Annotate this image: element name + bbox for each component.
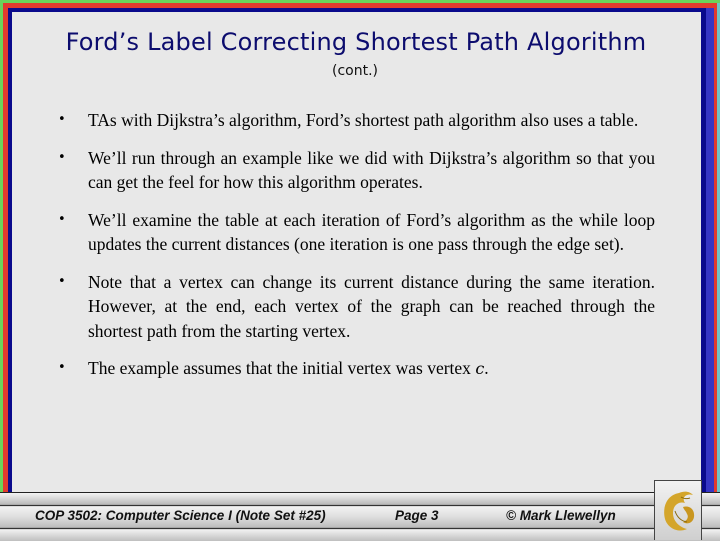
bullet-item: • We’ll examine the table at each iterat… [58,208,655,257]
bullet-icon: • [58,149,66,165]
bullet-icon: • [58,211,66,227]
bullet-item: • We’ll run through an example like we d… [58,146,655,195]
bullet-suffix: . [484,358,489,378]
bullet-text: We’ll examine the table at each iteratio… [88,209,655,255]
logo-box [654,480,702,540]
bullet-item: • The example assumes that the initial v… [58,356,655,382]
bullet-text: We’ll run through an example like we did… [88,147,655,193]
bullet-text: TAs with Dijkstra’s algorithm, Ford’s sh… [88,110,639,130]
bullet-text: Note that a vertex can change its curren… [88,271,655,341]
bullet-icon: • [58,112,66,127]
slide-subtitle: (cont.) [332,63,378,79]
bullet-text: The example assumes that the initial ver… [88,358,476,378]
footer-copyright: © Mark Llewellyn [506,508,616,523]
bullet-icon: • [58,360,66,375]
footer-divider [0,505,720,506]
bullet-list: • TAs with Dijkstra’s algorithm, Ford’s … [58,108,655,395]
vertex-name: c [475,359,485,378]
bullet-item: • TAs with Dijkstra’s algorithm, Ford’s … [58,108,655,133]
bullet-item: • Note that a vertex can change its curr… [58,270,655,344]
footer-divider [0,528,720,529]
pegasus-logo-icon [664,491,695,531]
slide-title: Ford’s Label Correcting Shortest Path Al… [65,28,647,56]
bullet-icon: • [58,273,66,289]
footer-course: COP 3502: Computer Science I (Note Set #… [35,508,326,523]
footer-page-number: Page 3 [395,508,439,523]
